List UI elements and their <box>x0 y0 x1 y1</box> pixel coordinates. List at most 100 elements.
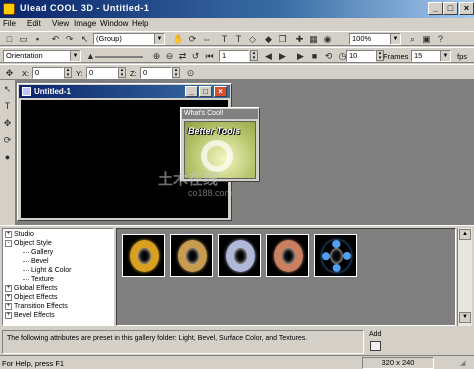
stop-icon[interactable]: ■ <box>308 50 321 62</box>
tree-item[interactable]: + Global Effects <box>5 284 57 293</box>
edit-text-icon[interactable]: T <box>232 33 245 45</box>
open-icon[interactable]: ▭ <box>17 33 30 45</box>
play-icon[interactable]: ▶ <box>294 50 307 62</box>
pointer-icon[interactable]: ↖ <box>78 33 91 45</box>
help-icon[interactable]: ? <box>434 33 447 45</box>
expand-icon[interactable]: + <box>5 311 12 319</box>
tree-item[interactable]: Light & Color <box>23 266 71 275</box>
expand-icon[interactable]: + <box>5 293 12 301</box>
y-input[interactable]: 0 <box>86 67 118 79</box>
add-button[interactable]: Add <box>366 330 416 354</box>
tree-item[interactable]: + Transition Effects <box>5 302 68 311</box>
chevron-down-icon[interactable]: ▼ <box>154 34 164 44</box>
minimize-button[interactable]: _ <box>428 2 443 15</box>
grid-icon[interactable]: ▦ <box>307 33 320 45</box>
category-tree[interactable]: + Studio - Object Style Gallery Bevel Light & … <box>2 228 114 326</box>
tree-item-label: Bevel Effects <box>14 312 55 319</box>
first-frame-icon[interactable]: ⏮ <box>203 50 216 62</box>
hand-icon[interactable]: ✋ <box>172 33 185 45</box>
move-icon[interactable]: ✥ <box>3 67 16 79</box>
undo-icon[interactable]: ↶ <box>49 33 62 45</box>
doc-maximize-button[interactable]: □ <box>199 86 212 97</box>
add-keyframe-icon[interactable]: ⊕ <box>150 50 163 62</box>
doc-close-button[interactable]: × <box>214 86 227 97</box>
remove-keyframe-icon[interactable]: ⊖ <box>163 50 176 62</box>
mode-select[interactable]: Orientation ▼ <box>3 50 81 62</box>
chevron-down-icon[interactable]: ▼ <box>390 34 400 44</box>
expand-icon[interactable]: + <box>5 302 12 310</box>
tree-item[interactable]: + Studio <box>5 230 34 239</box>
render-icon[interactable]: ✚ <box>293 33 306 45</box>
app-icon[interactable] <box>3 3 15 15</box>
gallery-thumbnail[interactable] <box>266 234 309 277</box>
text-tool-icon[interactable]: T <box>1 100 14 112</box>
text-icon[interactable]: T <box>218 33 231 45</box>
gallery-thumbnail[interactable] <box>170 234 213 277</box>
scroll-down-icon[interactable]: ▼ <box>459 312 471 323</box>
close-button[interactable]: × <box>459 2 474 15</box>
doc-minimize-button[interactable]: _ <box>185 86 198 97</box>
frame-spinner[interactable]: ▴ ▾ <box>250 50 258 61</box>
tree-item[interactable]: Texture <box>23 275 54 284</box>
menu-edit[interactable]: Edit <box>27 19 41 28</box>
chevron-down-icon[interactable]: ▼ <box>70 51 80 61</box>
rotate-tool-icon[interactable]: ⟳ <box>1 134 14 146</box>
prev-frame-icon[interactable]: ◀ <box>262 50 275 62</box>
expand-icon[interactable]: + <box>5 284 12 292</box>
reset-position-icon[interactable]: ⊙ <box>184 67 197 79</box>
z-spinner[interactable]: ▴ ▾ <box>172 67 180 78</box>
expand-icon[interactable]: + <box>5 230 12 238</box>
new-icon[interactable]: □ <box>3 33 16 45</box>
menu-window[interactable]: Window <box>100 19 128 28</box>
tree-item[interactable]: - Object Style <box>5 239 52 248</box>
move-tool-icon[interactable]: ✥ <box>1 117 14 129</box>
next-frame-icon[interactable]: ▶ <box>276 50 289 62</box>
x-spinner[interactable]: ▴ ▾ <box>64 67 72 78</box>
frame-input[interactable]: 1 <box>219 50 249 62</box>
scroll-up-icon[interactable]: ▲ <box>459 229 471 240</box>
maximize-button[interactable]: □ <box>443 2 458 15</box>
document-title-bar[interactable]: Untitled-1 _ □ × <box>19 85 230 98</box>
chevron-down-icon[interactable]: ▼ <box>440 51 450 61</box>
menu-image[interactable]: Image <box>74 19 96 28</box>
reverse-icon[interactable]: ⇄ <box>176 50 189 62</box>
redo-icon[interactable]: ↷ <box>63 33 76 45</box>
zoom-value: 100% <box>352 34 372 43</box>
fit-icon[interactable]: ▣ <box>420 33 433 45</box>
menu-view[interactable]: View <box>52 19 69 28</box>
size-icon[interactable]: ⇔ <box>200 33 213 45</box>
gallery-thumbnail[interactable] <box>218 234 261 277</box>
collapse-icon[interactable]: - <box>5 239 12 247</box>
add-icon[interactable] <box>370 341 381 351</box>
geometry-icon[interactable]: ◆ <box>262 33 275 45</box>
light-tool-icon[interactable]: ● <box>1 151 14 163</box>
tree-item[interactable]: Gallery <box>23 248 53 257</box>
timeline-slider[interactable] <box>95 56 143 58</box>
menu-help[interactable]: Help <box>132 19 148 28</box>
tree-item[interactable]: + Bevel Effects <box>5 311 55 320</box>
gallery-scrollbar[interactable]: ▲ ▼ <box>457 228 472 326</box>
select-tool-icon[interactable]: ↖ <box>1 83 14 95</box>
copy-object-icon[interactable]: ❐ <box>276 33 289 45</box>
menu-file[interactable]: File <box>3 19 16 28</box>
object-select[interactable]: (Group) ▼ <box>93 33 165 45</box>
x-input[interactable]: 0 <box>32 67 64 79</box>
loop-icon[interactable]: ↺ <box>189 50 202 62</box>
shape-icon[interactable]: ◇ <box>246 33 259 45</box>
gallery-thumbnail[interactable] <box>122 234 165 277</box>
tree-connector <box>23 251 29 253</box>
tree-item[interactable]: + Object Effects <box>5 293 57 302</box>
frames-input[interactable]: 10 <box>346 50 376 62</box>
zoom-icon[interactable]: ⌕ <box>406 33 419 45</box>
rotate-icon[interactable]: ⟳ <box>186 33 199 45</box>
y-spinner[interactable]: ▴ ▾ <box>118 67 126 78</box>
resize-grip-icon[interactable]: ◢ <box>460 359 465 367</box>
zoom-select[interactable]: 100% ▼ <box>349 33 401 45</box>
save-icon[interactable]: ▪ <box>31 33 44 45</box>
loop-play-icon[interactable]: ⟲ <box>322 50 335 62</box>
tree-item[interactable]: Bevel <box>23 257 49 266</box>
camera-icon[interactable]: ◉ <box>321 33 334 45</box>
z-input[interactable]: 0 <box>140 67 172 79</box>
gallery-thumbnail[interactable] <box>314 234 357 277</box>
fps-select[interactable]: 15 ▼ <box>411 50 451 62</box>
